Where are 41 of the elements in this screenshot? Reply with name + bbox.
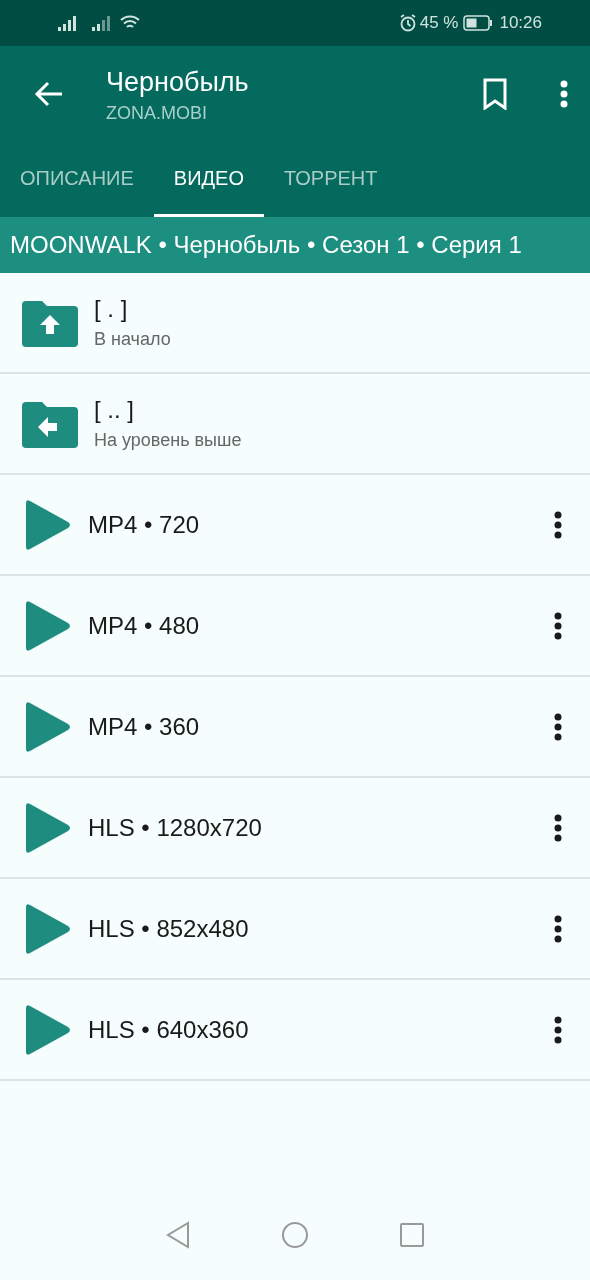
- list-item[interactable]: [ . ] В начало: [0, 273, 590, 374]
- folder-left-arrow-icon: [22, 399, 78, 448]
- item-subtitle: На уровень выше: [94, 430, 243, 451]
- home-circle-icon[interactable]: [281, 1221, 309, 1249]
- item-title: [ . ]: [94, 295, 129, 323]
- item-title: MP4 • 480: [88, 611, 201, 640]
- list-item[interactable]: MP4 • 720: [0, 475, 590, 576]
- clock-time: 10:26: [499, 13, 542, 33]
- tab[interactable]: ОПИСАНИЕ: [0, 142, 154, 217]
- recents-square-icon[interactable]: [399, 1222, 425, 1248]
- more-vertical-icon: [554, 611, 562, 640]
- item-title: HLS • 640x360: [88, 1015, 250, 1044]
- item-title: MP4 • 360: [88, 712, 201, 741]
- item-subtitle: В начало: [94, 329, 172, 350]
- battery-icon: [463, 15, 494, 31]
- more-vertical-icon: [560, 80, 568, 108]
- list-item[interactable]: MP4 • 480: [0, 576, 590, 677]
- back-triangle-icon[interactable]: [165, 1221, 191, 1249]
- list-item[interactable]: [ .. ] На уровень выше: [0, 374, 590, 475]
- breadcrumb-path: MOONWALK • Чернобыль • Сезон 1 • Серия 1: [0, 217, 590, 273]
- item-title: HLS • 852x480: [88, 914, 250, 943]
- item-title: [ .. ]: [94, 396, 135, 424]
- more-vertical-icon: [554, 1015, 562, 1044]
- list-item[interactable]: MP4 • 360: [0, 677, 590, 778]
- more-vertical-icon: [554, 712, 562, 741]
- more-vertical-icon: [554, 510, 562, 539]
- signal-icon: [58, 15, 78, 31]
- list-item[interactable]: HLS • 852x480: [0, 879, 590, 980]
- signal-icon: [92, 15, 112, 31]
- battery-percent: 45 %: [419, 13, 459, 33]
- item-title: MP4 • 720: [88, 510, 201, 539]
- app-bar-subtitle: ZONA.MOBI: [106, 102, 208, 124]
- item-title: HLS • 1280x720: [88, 813, 263, 842]
- alarm-icon: [398, 14, 417, 32]
- tab[interactable]: ТОРРЕНТ: [263, 142, 398, 217]
- more-vertical-icon: [554, 914, 562, 943]
- app-bar-title: Чернобыль: [106, 65, 250, 99]
- list-item[interactable]: HLS • 1280x720: [0, 778, 590, 879]
- more-vertical-icon: [554, 813, 562, 842]
- list-item[interactable]: HLS • 640x360: [0, 980, 590, 1081]
- folder-up-arrow-icon: [22, 298, 78, 347]
